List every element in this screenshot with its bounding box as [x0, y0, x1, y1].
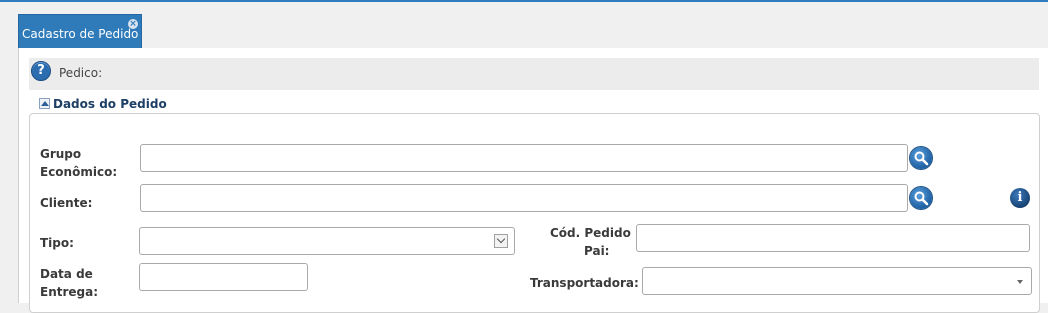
grupo-economico-input[interactable]: [140, 144, 908, 172]
data-entrega-label-line1: Data de: [40, 267, 93, 281]
info-icon[interactable]: i: [1010, 188, 1030, 208]
grupo-economico-label-line1: Grupo: [40, 147, 82, 161]
info-bar-label: Pedico:: [59, 66, 103, 80]
cliente-label: Cliente:: [40, 196, 93, 210]
section-header[interactable]: Dados do Pedido: [39, 97, 167, 111]
grupo-economico-label-line2: Econômico:: [40, 165, 118, 179]
tab-label: Cadastro de Pedido: [22, 27, 139, 41]
section-title: Dados do Pedido: [53, 97, 167, 111]
tab-content-panel: ? Pedico: Dados do Pedido Grupo Econômic…: [18, 48, 1048, 313]
search-icon[interactable]: [910, 187, 932, 209]
tipo-label: Tipo:: [40, 236, 74, 250]
caret-down-icon[interactable]: [1017, 280, 1023, 284]
cod-pedido-pai-label: Cód. Pedido Pai:: [550, 224, 631, 260]
data-entrega-label: Data de Entrega:: [40, 265, 98, 301]
dados-do-pedido-fieldset: Grupo Econômico: Cliente: i Tipo: Cód. P…: [29, 113, 1040, 313]
close-icon[interactable]: ×: [128, 19, 138, 29]
cod-pedido-pai-input[interactable]: [636, 224, 1030, 252]
collapse-up-icon[interactable]: [39, 98, 50, 109]
search-icon[interactable]: [910, 147, 932, 169]
transportadora-label: Transportadora:: [530, 276, 639, 290]
tab-cadastro-de-pedido[interactable]: Cadastro de Pedido ×: [18, 14, 142, 50]
cliente-input[interactable]: [140, 184, 908, 212]
data-entrega-input[interactable]: [139, 263, 308, 291]
help-icon[interactable]: ?: [31, 61, 51, 81]
cod-pedido-pai-label-line1: Cód. Pedido: [550, 226, 631, 240]
tipo-select[interactable]: [139, 227, 515, 255]
transportadora-select[interactable]: [642, 267, 1032, 295]
info-bar: ? Pedico:: [29, 58, 1039, 90]
cod-pedido-pai-label-line2: Pai:: [584, 244, 610, 258]
grupo-economico-label: Grupo Econômico:: [40, 145, 117, 181]
chevron-down-icon[interactable]: [494, 234, 508, 248]
tab-strip: Cadastro de Pedido ×: [0, 2, 1048, 50]
data-entrega-label-line2: Entrega:: [40, 285, 99, 299]
